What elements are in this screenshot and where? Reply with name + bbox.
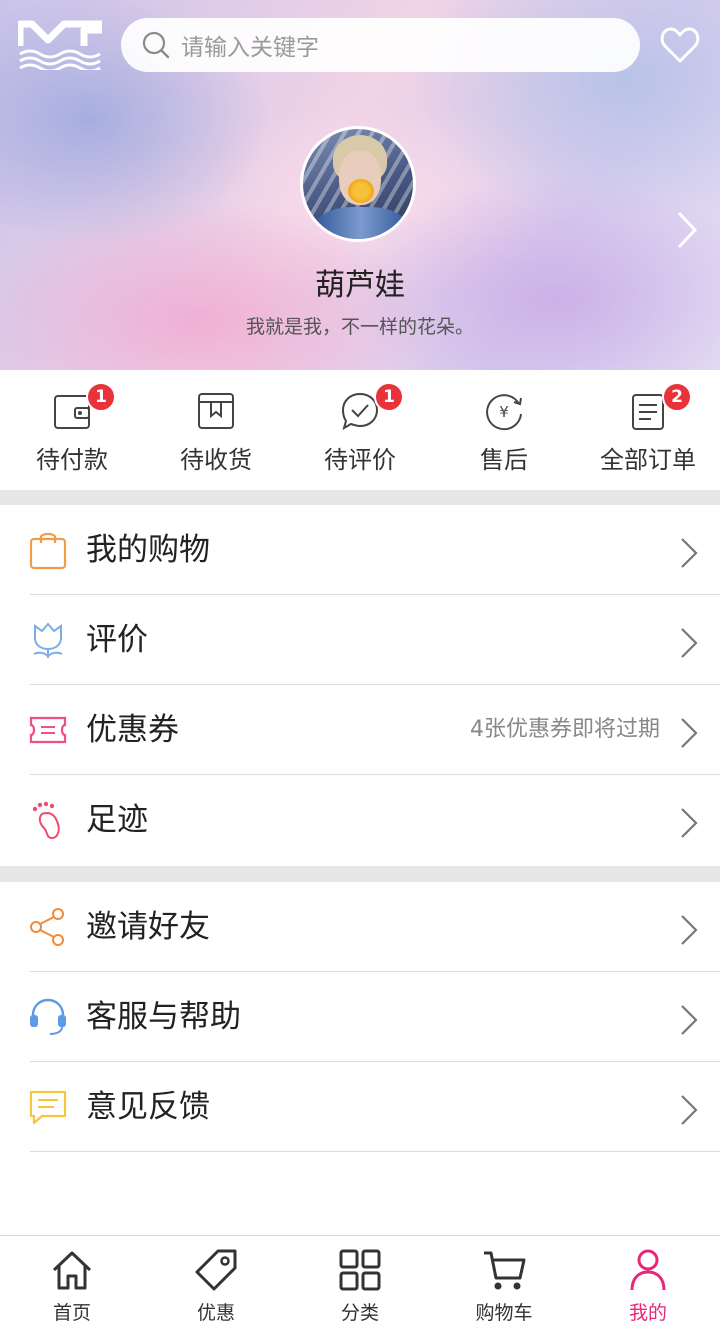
menu-label: 评价 — [86, 622, 148, 658]
order-label: 全部订单 — [600, 446, 696, 474]
order-label: 待收货 — [180, 446, 252, 474]
bottom-tab-bar: 首页 优惠 分类 购物车 我的 — [0, 1235, 720, 1334]
search-icon — [142, 31, 170, 59]
chevron-right-icon — [681, 1005, 698, 1035]
order-after-sales[interactable]: ¥ 售后 — [432, 370, 576, 490]
order-badge: 1 — [374, 382, 404, 412]
tab-label: 优惠 — [196, 1302, 235, 1324]
profile-header: 请输入关键字 葫芦娃 我就是我，不一样的花朵。 — [0, 0, 720, 370]
menu-group-support: 邀请好友 客服与帮助 意见反馈 — [0, 882, 720, 1152]
search-placeholder: 请输入关键字 — [181, 35, 319, 61]
person-icon — [630, 1249, 666, 1291]
tulip-icon — [33, 622, 63, 658]
menu-group-shopping: 我的购物 评价 优惠券 4张优惠券即将过期 足迹 — [0, 505, 720, 865]
order-label: 售后 — [480, 446, 528, 474]
chevron-right-icon[interactable] — [676, 210, 698, 250]
chevron-right-icon — [681, 915, 698, 945]
tab-label: 首页 — [52, 1302, 91, 1324]
menu-label: 邀请好友 — [86, 909, 210, 945]
chevron-right-icon — [681, 808, 698, 838]
order-pending-payment[interactable]: 1 待付款 — [0, 370, 144, 490]
menu-item-customer-service[interactable]: 客服与帮助 — [0, 972, 720, 1062]
section-divider — [0, 490, 720, 506]
footprint-icon — [32, 801, 60, 840]
order-label: 待评价 — [324, 446, 396, 474]
heart-icon[interactable] — [660, 26, 700, 64]
ticket-icon — [29, 716, 67, 744]
brand-logo-icon[interactable] — [18, 20, 102, 70]
tag-icon — [195, 1249, 237, 1291]
tab-label: 购物车 — [475, 1302, 533, 1324]
shopping-bag-icon — [29, 532, 67, 570]
home-icon — [52, 1251, 92, 1290]
tab-label: 分类 — [340, 1302, 379, 1324]
share-icon — [30, 908, 64, 946]
order-pending-review[interactable]: 1 待评价 — [288, 370, 432, 490]
coupon-expiry-hint: 4张优惠券即将过期 — [470, 717, 660, 742]
username: 葫芦娃 — [315, 268, 405, 303]
menu-item-coupons[interactable]: 优惠券 4张优惠券即将过期 — [0, 685, 720, 775]
user-bio: 我就是我，不一样的花朵。 — [245, 316, 474, 338]
menu-label: 优惠券 — [86, 712, 179, 748]
menu-item-reviews[interactable]: 评价 — [0, 595, 720, 685]
chevron-right-icon — [681, 1095, 698, 1125]
divider — [30, 1151, 720, 1152]
headset-icon — [30, 998, 66, 1035]
menu-item-feedback[interactable]: 意见反馈 — [0, 1062, 720, 1152]
order-badge: 2 — [662, 382, 692, 412]
tab-home[interactable]: 首页 — [0, 1236, 144, 1334]
menu-item-invite-friends[interactable]: 邀请好友 — [0, 882, 720, 972]
menu-label: 足迹 — [86, 802, 148, 838]
tab-categories[interactable]: 分类 — [288, 1236, 432, 1334]
order-all[interactable]: 2 全部订单 — [576, 370, 720, 490]
cart-icon — [484, 1251, 526, 1290]
tab-me[interactable]: 我的 — [576, 1236, 720, 1334]
order-pending-receipt[interactable]: 待收货 — [144, 370, 288, 490]
menu-item-footprints[interactable]: 足迹 — [0, 775, 720, 865]
tab-cart[interactable]: 购物车 — [432, 1236, 576, 1334]
chevron-right-icon — [681, 538, 698, 568]
category-grid-icon — [339, 1249, 381, 1291]
section-divider — [0, 866, 720, 882]
feedback-icon — [29, 1090, 67, 1125]
order-label: 待付款 — [36, 446, 108, 474]
tab-label: 我的 — [628, 1302, 667, 1324]
tab-deals[interactable]: 优惠 — [144, 1236, 288, 1334]
search-input[interactable]: 请输入关键字 — [121, 18, 640, 72]
menu-item-my-shopping[interactable]: 我的购物 — [0, 505, 720, 595]
chevron-right-icon — [681, 628, 698, 658]
yen-refresh-icon: ¥ — [486, 394, 522, 431]
avatar[interactable] — [300, 126, 416, 242]
svg-text:¥: ¥ — [499, 403, 509, 421]
menu-label: 我的购物 — [86, 532, 210, 568]
package-icon — [198, 393, 234, 429]
menu-label: 意见反馈 — [86, 1089, 210, 1125]
order-badge: 1 — [86, 382, 116, 412]
chevron-right-icon — [681, 718, 698, 748]
menu-label: 客服与帮助 — [86, 999, 241, 1035]
order-status-row: 1 待付款 待收货 1 待评价 ¥ 售后 2 全部订单 — [0, 370, 720, 490]
